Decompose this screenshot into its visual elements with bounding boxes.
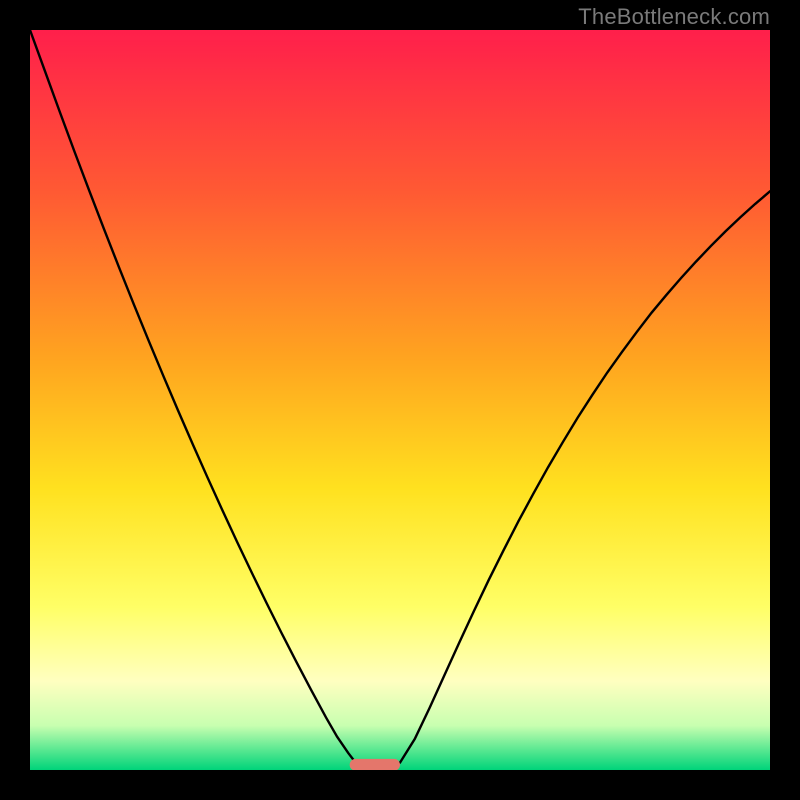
chart-svg xyxy=(30,30,770,770)
chart-background xyxy=(30,30,770,770)
bottleneck-marker xyxy=(350,759,400,770)
chart-frame: TheBottleneck.com xyxy=(0,0,800,800)
chart-plot-area xyxy=(30,30,770,770)
bottleneck-marker-group xyxy=(350,759,400,770)
watermark-text: TheBottleneck.com xyxy=(578,4,770,30)
